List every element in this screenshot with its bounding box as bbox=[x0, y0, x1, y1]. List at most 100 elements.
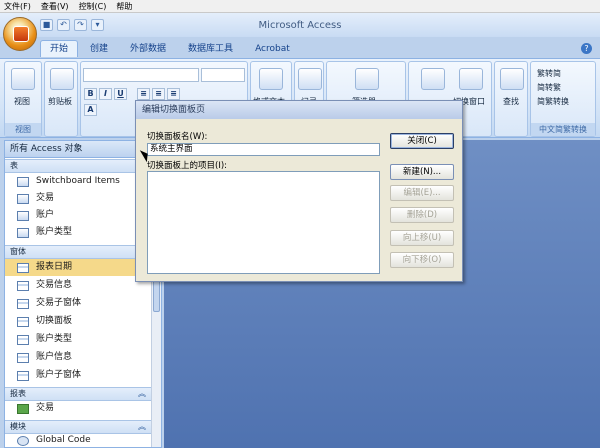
find-group: 查找 bbox=[494, 61, 528, 137]
tab-home[interactable]: 开始 bbox=[40, 40, 79, 57]
switch-windows-icon[interactable] bbox=[459, 68, 483, 90]
form-icon bbox=[17, 281, 29, 291]
nav-section-tables[interactable]: 表 bbox=[5, 159, 151, 173]
align-right-icon[interactable]: ≡ bbox=[167, 88, 180, 100]
nav-item-form-selected[interactable]: 报表日期 bbox=[5, 259, 151, 276]
italic-button[interactable]: I bbox=[99, 88, 112, 100]
undo-icon[interactable]: ↶ bbox=[57, 19, 70, 31]
conv-simp-to-trad[interactable]: 简转繁 bbox=[537, 82, 561, 93]
table-icon bbox=[17, 177, 29, 187]
host-menu-view[interactable]: 查看(V) bbox=[41, 1, 69, 12]
chinese-group-label: 中文简繁转换 bbox=[531, 123, 595, 136]
save-icon[interactable]: ■ bbox=[40, 19, 53, 31]
nav-item-report[interactable]: 交易 bbox=[5, 400, 151, 417]
nav-section-reports[interactable]: 报表 ︽ bbox=[5, 387, 151, 401]
nav-item-label: 交易子窗体 bbox=[36, 298, 82, 308]
view-button-label[interactable]: 视图 bbox=[14, 96, 30, 107]
font-size-combo[interactable] bbox=[201, 68, 245, 82]
new-button[interactable]: 新建(N)... bbox=[390, 164, 454, 180]
host-menu-bar: 文件(F) 查看(V) 控制(C) 帮助 bbox=[0, 0, 600, 13]
nav-item-label: 账户类型 bbox=[36, 227, 73, 237]
dialog-body: 切换面板名(W): 系统主界面 切换面板上的项目(I): 关闭(C) 新建(N)… bbox=[136, 119, 462, 281]
nav-item-table[interactable]: 交易 bbox=[5, 190, 151, 207]
nav-item-label: 交易信息 bbox=[36, 280, 73, 290]
nav-item-label: 交易 bbox=[36, 403, 55, 413]
form-icon bbox=[17, 353, 29, 363]
nav-item-form[interactable]: 账户信息 bbox=[5, 349, 151, 366]
host-menu-help[interactable]: 帮助 bbox=[116, 1, 132, 12]
window-title: Microsoft Access bbox=[258, 20, 342, 31]
nav-item-table[interactable]: 账户类型 bbox=[5, 224, 151, 241]
underline-button[interactable]: U bbox=[114, 88, 127, 100]
office-logo-icon bbox=[13, 26, 29, 42]
view-group: 视图 视图 bbox=[4, 61, 42, 137]
find-icon[interactable] bbox=[500, 68, 524, 90]
rich-text-icon[interactable] bbox=[259, 68, 283, 90]
module-icon bbox=[17, 436, 29, 446]
font-name-combo[interactable] bbox=[83, 68, 199, 82]
bold-button[interactable]: B bbox=[84, 88, 97, 100]
nav-item-label: 账户 bbox=[36, 210, 55, 220]
redo-icon[interactable]: ↷ bbox=[74, 19, 87, 31]
move-up-button[interactable]: 向上移(U) bbox=[390, 230, 454, 246]
nav-item-label: 切换面板 bbox=[36, 316, 73, 326]
tab-acrobat[interactable]: Acrobat bbox=[245, 40, 300, 57]
font-color-button[interactable]: A bbox=[84, 104, 97, 116]
form-icon bbox=[17, 317, 29, 327]
nav-section-label: 模块 bbox=[10, 422, 26, 431]
quick-access-toolbar: ■ ↶ ↷ ▾ bbox=[40, 18, 104, 32]
report-icon bbox=[17, 404, 29, 414]
nav-item-label: 交易 bbox=[36, 193, 55, 203]
switchboard-name-input[interactable]: 系统主界面 bbox=[147, 143, 380, 156]
size-to-fit-icon[interactable] bbox=[421, 68, 445, 90]
view-icon[interactable] bbox=[11, 68, 35, 90]
customize-qat-icon[interactable]: ▾ bbox=[91, 19, 104, 31]
nav-section-label: 窗体 bbox=[10, 247, 26, 256]
edit-button[interactable]: 编辑(E)... bbox=[390, 185, 454, 201]
nav-section-label: 报表 bbox=[10, 389, 26, 398]
nav-item-form[interactable]: 交易子窗体 bbox=[5, 295, 151, 312]
tab-database-tools[interactable]: 数据库工具 bbox=[178, 40, 243, 57]
nav-item-label: 账户类型 bbox=[36, 334, 73, 344]
form-icon bbox=[17, 299, 29, 309]
records-icon[interactable] bbox=[298, 68, 322, 90]
table-icon bbox=[17, 228, 29, 238]
nav-item-label: 报表日期 bbox=[36, 262, 73, 272]
help-icon[interactable]: ? bbox=[581, 43, 592, 54]
delete-button[interactable]: 删除(D) bbox=[390, 207, 454, 223]
host-menu-file[interactable]: 文件(F) bbox=[4, 1, 31, 12]
tab-external-data[interactable]: 外部数据 bbox=[120, 40, 176, 57]
nav-item-form[interactable]: 账户类型 bbox=[5, 331, 151, 348]
nav-item-table[interactable]: Switchboard Items bbox=[5, 173, 151, 190]
chinese-conversion-group: 繁转简 简转繁 简繁转换 中文简繁转换 bbox=[530, 61, 596, 137]
paste-icon[interactable] bbox=[50, 68, 74, 90]
conv-trad-to-simp[interactable]: 繁转简 bbox=[537, 68, 561, 79]
dialog-title: 编辑切换面板页 bbox=[136, 101, 462, 119]
switchboard-items-list[interactable] bbox=[147, 171, 380, 274]
nav-section-forms[interactable]: 窗体 bbox=[5, 245, 151, 259]
nav-item-label: Switchboard Items bbox=[36, 176, 120, 186]
form-icon bbox=[17, 371, 29, 381]
tab-create[interactable]: 创建 bbox=[80, 40, 118, 57]
switchboard-name-label: 切换面板名(W): bbox=[147, 132, 208, 142]
conv-simp-trad[interactable]: 简繁转换 bbox=[537, 96, 569, 107]
host-menu-control[interactable]: 控制(C) bbox=[79, 1, 107, 12]
table-icon bbox=[17, 194, 29, 204]
nav-item-form[interactable]: 切换面板 bbox=[5, 313, 151, 330]
nav-item-table[interactable]: 账户 bbox=[5, 207, 151, 224]
nav-item-form[interactable]: 账户子窗体 bbox=[5, 367, 151, 384]
nav-item-module[interactable]: Global Code bbox=[5, 432, 151, 447]
align-center-icon[interactable]: ≡ bbox=[152, 88, 165, 100]
find-label[interactable]: 查找 bbox=[503, 96, 519, 107]
nav-item-label: 账户信息 bbox=[36, 352, 73, 362]
move-down-button[interactable]: 向下移(O) bbox=[390, 252, 454, 268]
office-button[interactable] bbox=[3, 17, 37, 51]
clipboard-label[interactable]: 剪贴板 bbox=[48, 96, 72, 107]
items-label: 切换面板上的项目(I): bbox=[147, 161, 228, 171]
table-icon bbox=[17, 211, 29, 221]
align-left-icon[interactable]: ≡ bbox=[137, 88, 150, 100]
filter-icon[interactable] bbox=[355, 68, 379, 90]
close-button[interactable]: 关闭(C) bbox=[390, 133, 454, 149]
nav-item-form[interactable]: 交易信息 bbox=[5, 277, 151, 294]
nav-item-label: 账户子窗体 bbox=[36, 370, 82, 380]
